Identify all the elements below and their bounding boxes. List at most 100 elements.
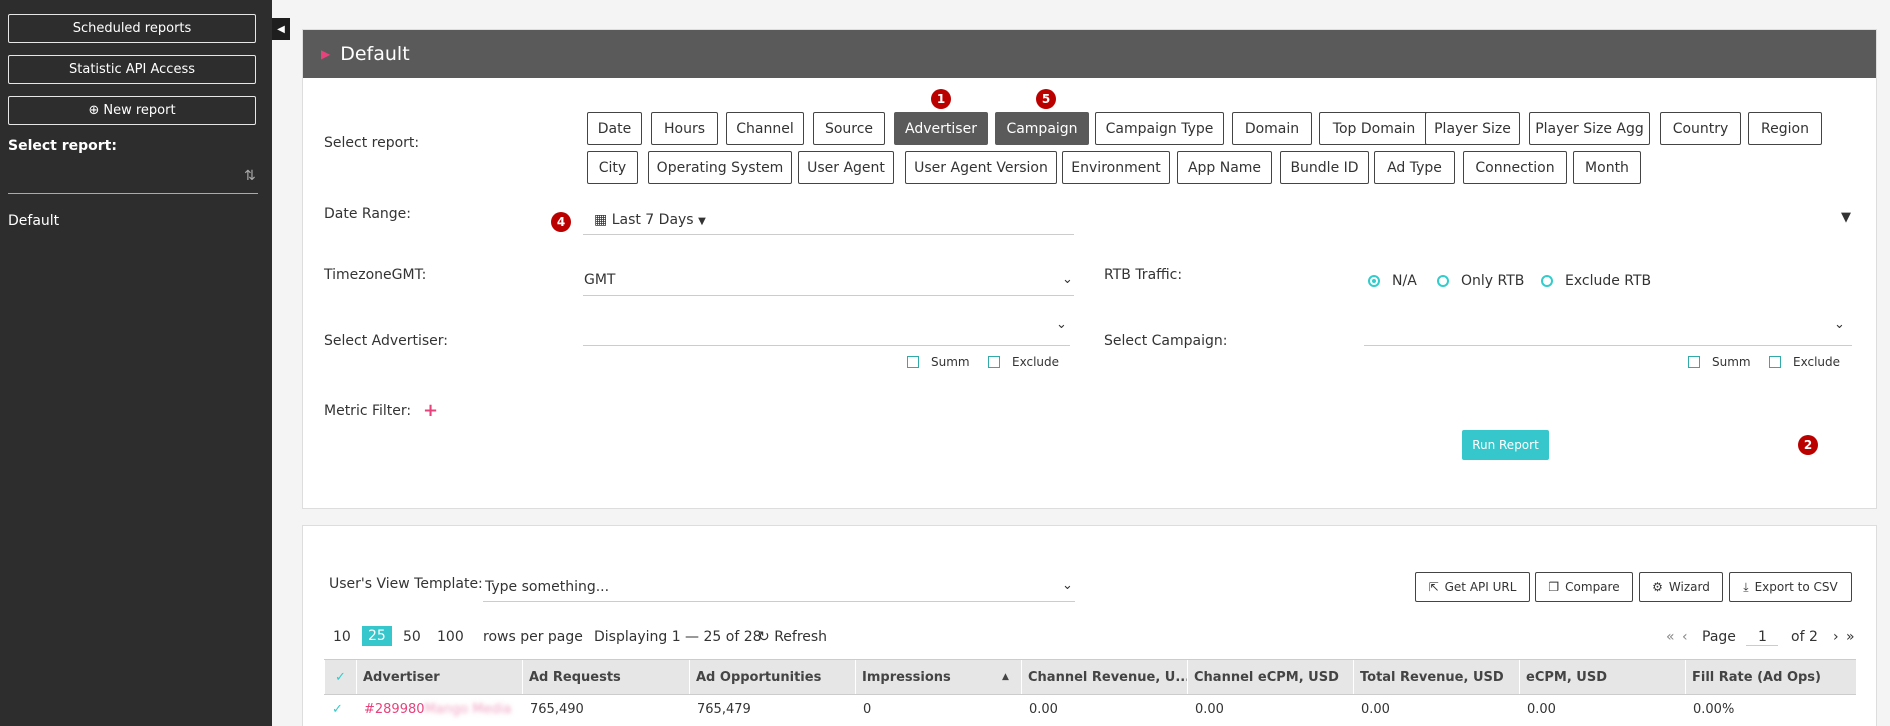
- page-size-50[interactable]: 50: [403, 629, 421, 645]
- table-header: ✓ Advertiser Ad Requests Ad Opportunitie…: [324, 659, 1856, 695]
- col-fill-rate[interactable]: Fill Rate (Ad Ops): [1685, 660, 1856, 694]
- run-report-button[interactable]: Run Report: [1462, 430, 1549, 460]
- col-ad-requests[interactable]: Ad Requests: [522, 660, 689, 694]
- report-btn-date[interactable]: Date: [587, 112, 642, 145]
- page-size-10[interactable]: 10: [333, 629, 351, 645]
- rtb-radio-exclude[interactable]: [1541, 275, 1553, 287]
- col-impressions[interactable]: Impressions ▲: [855, 660, 1021, 694]
- campaign-chevron-icon[interactable]: ⌄: [1834, 317, 1845, 332]
- report-btn-operating-system[interactable]: Operating System: [648, 151, 792, 184]
- col-channel-revenue[interactable]: Channel Revenue, U...: [1021, 660, 1187, 694]
- caret-down-icon: ▼: [698, 216, 706, 227]
- report-btn-region[interactable]: Region: [1748, 112, 1822, 145]
- report-btn-month[interactable]: Month: [1573, 151, 1641, 184]
- report-btn-channel[interactable]: Channel: [726, 112, 804, 145]
- campaign-exclude-checkbox[interactable]: [1769, 356, 1781, 368]
- wizard-label: Wizard: [1668, 580, 1710, 594]
- report-btn-user-agent-version[interactable]: User Agent Version: [905, 151, 1057, 184]
- rtb-radio-na[interactable]: [1368, 275, 1380, 287]
- report-btn-domain[interactable]: Domain: [1232, 112, 1312, 145]
- report-btn-hours[interactable]: Hours: [651, 112, 718, 145]
- new-report-label: New report: [103, 103, 176, 118]
- cell-fill-rate: 0.00%: [1693, 702, 1735, 717]
- report-btn-environment[interactable]: Environment: [1062, 151, 1170, 184]
- rtb-option-exclude: Exclude RTB: [1565, 273, 1652, 289]
- sidebar-item-default[interactable]: Default: [8, 213, 59, 229]
- redacted-name: Mango Media: [424, 702, 512, 717]
- export-csv-label: Export to CSV: [1754, 580, 1838, 594]
- results-card: [302, 525, 1877, 726]
- scheduled-reports-button[interactable]: Scheduled reports: [8, 14, 256, 43]
- rtb-option-only: Only RTB: [1461, 273, 1525, 289]
- filter-icon[interactable]: ▼: [1841, 210, 1851, 225]
- collapse-sidebar-icon[interactable]: ◀: [272, 18, 290, 40]
- export-csv-button[interactable]: ⤓ Export to CSV: [1729, 572, 1852, 602]
- select-all-check-icon[interactable]: ✓: [324, 660, 356, 694]
- row-check-icon[interactable]: ✓: [332, 702, 343, 717]
- get-api-url-label: Get API URL: [1444, 580, 1517, 594]
- campaign-summ-checkbox[interactable]: [1688, 356, 1700, 368]
- external-link-icon: ⇱: [1428, 580, 1439, 594]
- advertiser-summ-checkbox[interactable]: [907, 356, 919, 368]
- get-api-url-button[interactable]: ⇱ Get API URL: [1415, 572, 1530, 602]
- col-ad-opportunities[interactable]: Ad Opportunities: [689, 660, 855, 694]
- col-advertiser[interactable]: Advertiser: [356, 660, 522, 694]
- report-btn-app-name[interactable]: App Name: [1177, 151, 1272, 184]
- report-settings-card: ▶ Default: [302, 29, 1877, 509]
- add-metric-filter-icon[interactable]: +: [423, 400, 438, 421]
- wizard-button[interactable]: ⚙ Wizard: [1639, 572, 1723, 602]
- template-input[interactable]: Type something...: [485, 579, 609, 595]
- date-range-dropdown[interactable]: ▦ Last 7 Days ▼: [594, 212, 706, 228]
- report-btn-advertiser[interactable]: Advertiser: [894, 112, 988, 145]
- report-btn-ad-type[interactable]: Ad Type: [1374, 151, 1455, 184]
- sort-icon[interactable]: ⇅: [244, 168, 256, 184]
- timezone-label: TimezoneGMT:: [324, 267, 427, 283]
- refresh-icon: ↻: [758, 629, 770, 645]
- report-btn-connection[interactable]: Connection: [1463, 151, 1567, 184]
- cell-impressions: 0: [863, 702, 872, 717]
- col-channel-ecpm[interactable]: Channel eCPM, USD: [1187, 660, 1353, 694]
- table-row-advertiser[interactable]: #289980Mango Media: [364, 702, 511, 717]
- campaign-underline: [1364, 345, 1852, 346]
- report-btn-campaign[interactable]: Campaign: [995, 112, 1089, 145]
- report-btn-campaign-type[interactable]: Campaign Type: [1095, 112, 1224, 145]
- col-ecpm[interactable]: eCPM, USD: [1519, 660, 1685, 694]
- report-btn-top-domain[interactable]: Top Domain: [1319, 112, 1429, 145]
- timezone-select[interactable]: GMT: [584, 272, 615, 288]
- advertiser-underline: [583, 345, 1070, 346]
- page-total: of 2: [1791, 629, 1818, 645]
- report-btn-source[interactable]: Source: [813, 112, 885, 145]
- statistic-api-access-button[interactable]: Statistic API Access: [8, 55, 256, 84]
- refresh-button[interactable]: ↻ Refresh: [758, 629, 827, 645]
- template-chevron-icon[interactable]: ⌄: [1062, 578, 1073, 593]
- page-size-25[interactable]: 25: [362, 626, 392, 646]
- page-input[interactable]: 1: [1758, 629, 1767, 645]
- report-btn-city[interactable]: City: [587, 151, 638, 184]
- compare-label: Compare: [1565, 580, 1620, 594]
- date-range-value: Last 7 Days: [611, 212, 694, 228]
- advertiser-id-link[interactable]: #289980: [364, 702, 425, 717]
- col-total-revenue[interactable]: Total Revenue, USD: [1353, 660, 1519, 694]
- advertiser-chevron-icon[interactable]: ⌄: [1056, 317, 1067, 332]
- card-header[interactable]: ▶ Default: [303, 30, 1876, 78]
- prev-page-icon[interactable]: ‹: [1682, 629, 1688, 645]
- rtb-radio-only[interactable]: [1437, 275, 1449, 287]
- first-page-icon[interactable]: «: [1666, 629, 1675, 645]
- triangle-right-icon: ▶: [321, 47, 331, 61]
- report-btn-bundle-id[interactable]: Bundle ID: [1280, 151, 1369, 184]
- new-report-button[interactable]: ⊕ New report: [8, 96, 256, 125]
- advertiser-exclude-checkbox[interactable]: [988, 356, 1000, 368]
- chevron-down-icon[interactable]: ⌄: [1062, 272, 1073, 287]
- last-page-icon[interactable]: »: [1846, 629, 1855, 645]
- next-page-icon[interactable]: ›: [1833, 629, 1839, 645]
- rtb-traffic-label: RTB Traffic:: [1104, 267, 1183, 283]
- card-title: Default: [340, 43, 410, 65]
- report-btn-player-size-agg[interactable]: Player Size Agg: [1529, 112, 1650, 145]
- report-btn-player-size[interactable]: Player Size: [1425, 112, 1520, 145]
- page-size-100[interactable]: 100: [437, 629, 464, 645]
- report-btn-user-agent[interactable]: User Agent: [798, 151, 894, 184]
- badge-4: 4: [551, 212, 571, 232]
- download-icon: ⤓: [1743, 579, 1749, 594]
- report-btn-country[interactable]: Country: [1660, 112, 1741, 145]
- compare-button[interactable]: ❐ Compare: [1535, 572, 1633, 602]
